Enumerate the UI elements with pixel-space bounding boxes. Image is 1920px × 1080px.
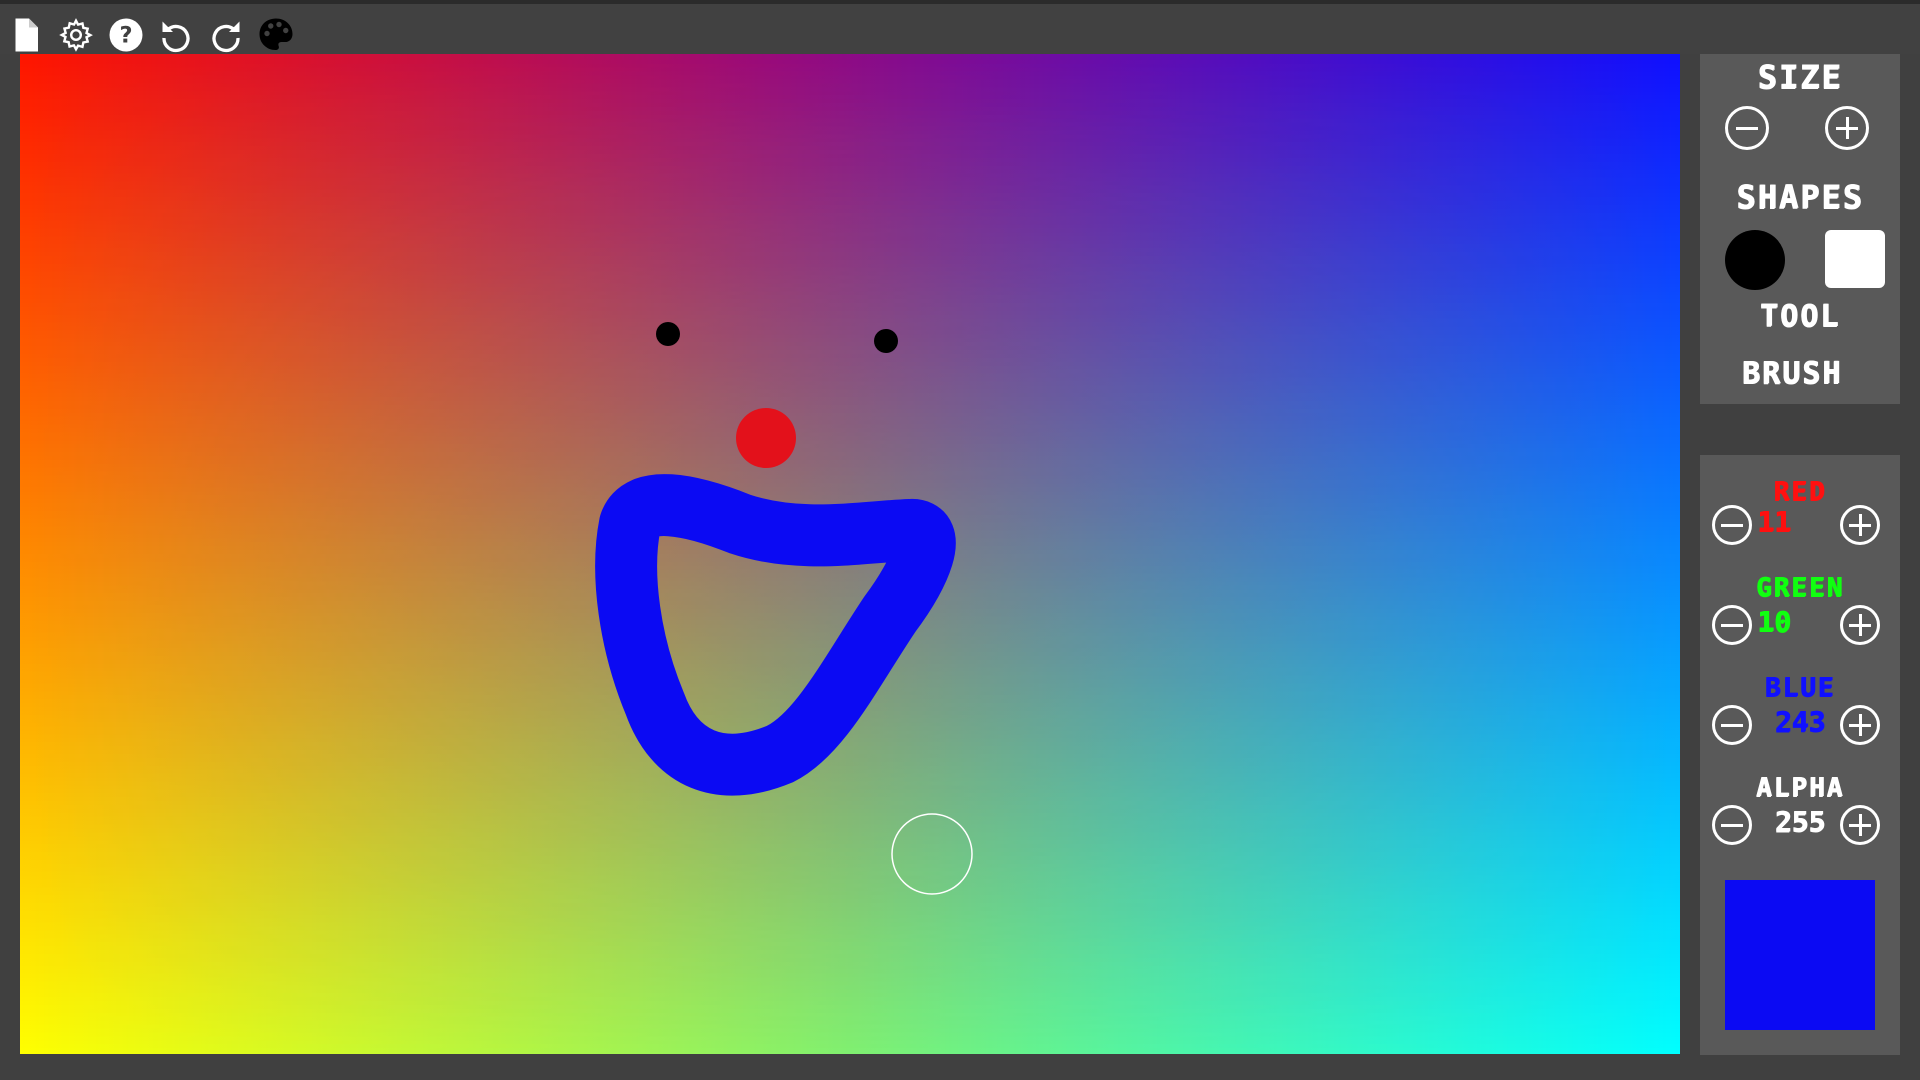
alpha-increase-button[interactable] <box>1840 805 1880 845</box>
help-icon: ? <box>109 18 143 52</box>
minus-icon <box>1721 823 1743 827</box>
redo-icon <box>212 21 240 53</box>
tool-panel: Size Shapes Tool Brush <box>1700 54 1900 404</box>
blue-brush-stroke <box>595 474 956 796</box>
green-label: Green <box>1755 573 1845 603</box>
red-increase-button[interactable] <box>1840 505 1880 545</box>
alpha-decrease-button[interactable] <box>1712 805 1752 845</box>
square-shape-button[interactable] <box>1825 230 1885 288</box>
alpha-label: Alpha <box>1755 773 1845 803</box>
blue-label: Blue <box>1764 673 1836 703</box>
shapes-label: Shapes <box>1736 178 1864 216</box>
green-increase-button[interactable] <box>1840 605 1880 645</box>
red-nose-dot <box>736 408 796 468</box>
minus-icon <box>1736 126 1758 130</box>
minus-icon <box>1721 723 1743 727</box>
circle-shape-button[interactable] <box>1725 230 1785 290</box>
color-panel: Red 11 Green 10 Blue 243 Alpha 255 <box>1700 455 1900 1055</box>
red-label: Red <box>1773 477 1827 507</box>
settings-gear-icon <box>59 18 93 52</box>
canvas-drawing <box>595 322 973 895</box>
left-eye-dot <box>656 322 680 346</box>
blue-increase-button[interactable] <box>1840 705 1880 745</box>
alpha-value: 255 <box>1774 805 1826 838</box>
settings-button[interactable] <box>55 14 97 56</box>
size-label: Size <box>1757 58 1843 96</box>
tool-label: Tool <box>1759 299 1841 334</box>
palette-icon <box>259 18 293 50</box>
blue-value: 243 <box>1774 705 1826 738</box>
new-file-icon <box>15 18 38 52</box>
undo-icon <box>162 21 190 53</box>
right-eye-dot <box>874 329 898 353</box>
help-button[interactable]: ? <box>105 14 147 56</box>
size-decrease-button[interactable] <box>1725 106 1769 150</box>
palette-button[interactable] <box>255 14 297 56</box>
size-increase-button[interactable] <box>1825 106 1869 150</box>
redo-button[interactable] <box>205 14 247 56</box>
brush-cursor-outline <box>891 813 973 895</box>
tool-value: Brush <box>1741 356 1843 391</box>
blue-decrease-button[interactable] <box>1712 705 1752 745</box>
green-value: 10 <box>1757 605 1791 638</box>
undo-button[interactable] <box>155 14 197 56</box>
new-file-button[interactable] <box>5 14 47 56</box>
color-preview-swatch <box>1725 880 1875 1030</box>
red-value: 11 <box>1757 505 1791 538</box>
drawing-canvas[interactable] <box>20 54 1680 1054</box>
toolbar: ? <box>0 4 1920 54</box>
svg-text:?: ? <box>119 23 132 49</box>
